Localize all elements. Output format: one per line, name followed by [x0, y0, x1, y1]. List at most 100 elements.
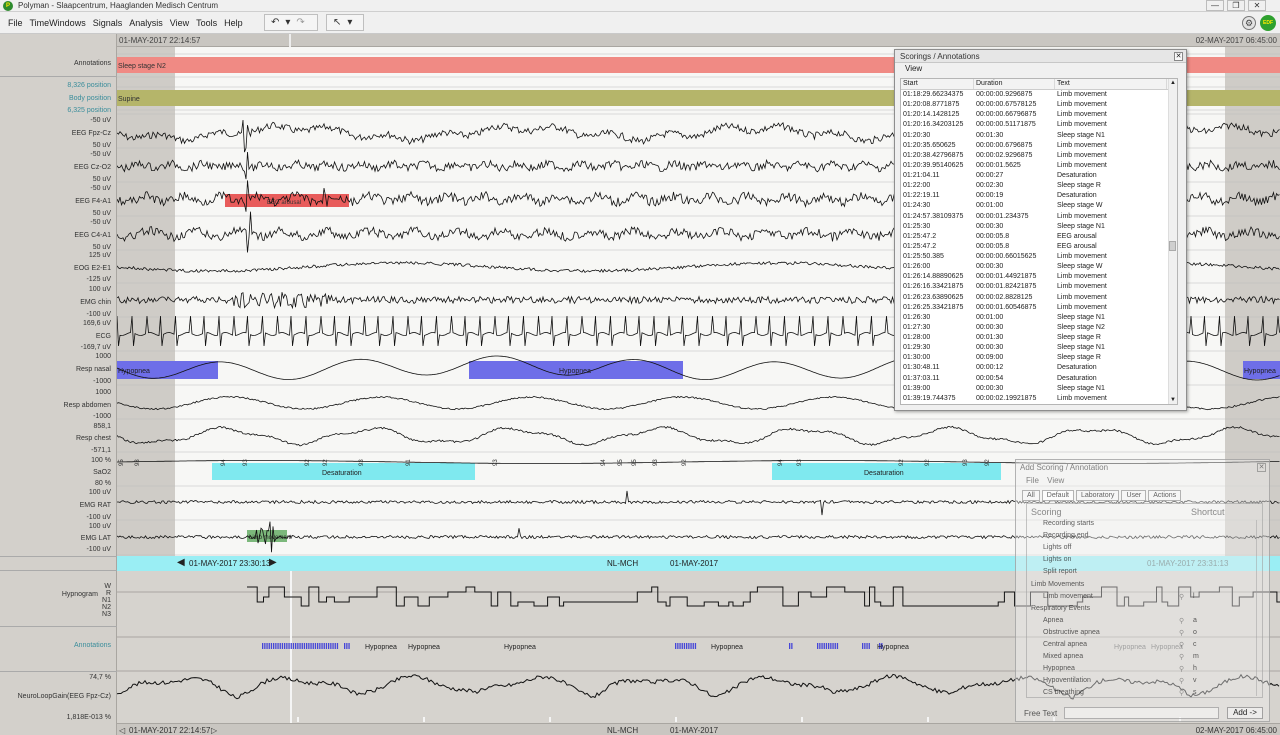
dialog-close-button[interactable]: ✕ [1174, 52, 1183, 61]
channel-label-resp-chest[interactable]: Resp chest [76, 435, 111, 442]
channel-label-annotations[interactable]: Annotations [74, 60, 111, 67]
channel-label-body-position[interactable]: Body position [69, 95, 111, 102]
table-row[interactable]: 01:26:00 00:00:30 Sleep stage W [901, 262, 1177, 272]
scroll-up-icon[interactable]: ▲ [1169, 80, 1177, 86]
scoring-item[interactable]: Central apnea [1043, 641, 1087, 648]
table-scrollbar[interactable]: ▲ ▼ [1168, 79, 1177, 404]
table-row[interactable]: 01:26:16.33421875 00:00:01.82421875 Limb m… [901, 282, 1177, 292]
pointer-icon[interactable]: ↖ [333, 17, 341, 28]
scoring-item[interactable]: Recording end [1043, 532, 1089, 539]
table-row[interactable]: 01:18:29.66234375 00:00:00.9296875 Limb mo… [901, 90, 1177, 100]
table-row[interactable]: 01:39:00 00:00:30 Sleep stage N1 [901, 384, 1177, 394]
channel-label-eeg-f4-a1[interactable]: EEG F4-A1 [75, 198, 111, 205]
menu-analysis[interactable]: Analysis [129, 18, 163, 28]
channel-label-emg-rat[interactable]: EMG RAT [80, 502, 111, 509]
tab-default[interactable]: Default [1041, 490, 1074, 501]
menu-tools[interactable]: Tools [196, 18, 217, 28]
scoring-item[interactable]: Mixed apnea [1043, 653, 1083, 660]
overview-left-arrow-icon[interactable]: ◁ [119, 726, 125, 735]
settings-gear-icon[interactable]: ⚙ [1242, 16, 1256, 30]
table-row[interactable]: 01:30:00 00:09:00 Sleep stage R [901, 353, 1177, 363]
table-row[interactable]: 01:25:47.2 00:00:05.8 EEG arousal [901, 232, 1177, 242]
table-row[interactable]: 01:25:30 00:00:30 Sleep stage N1 [901, 222, 1177, 232]
scroll-thumb[interactable] [1169, 241, 1176, 251]
table-row[interactable]: 01:20:39.95140625 00:00:01.5625 Limb movem… [901, 161, 1177, 171]
column-start[interactable]: Start [901, 79, 974, 89]
scoring-item[interactable]: Limb movement [1043, 593, 1093, 600]
overview-annotations-label[interactable]: Annotations [74, 642, 111, 649]
scoring-list-scrollbar[interactable] [1256, 520, 1262, 696]
scoring-item[interactable]: Recording starts [1043, 520, 1094, 527]
table-row[interactable]: 01:39:19.744375 00:00:02.19921875 Limb mov… [901, 394, 1177, 404]
table-row[interactable]: 01:28:00 00:01:30 Sleep stage R [901, 333, 1177, 343]
hypnogram-label[interactable]: Hypnogram [62, 591, 98, 598]
pin-icon[interactable]: ⚲ [1179, 689, 1184, 697]
channel-label-eeg-fpz-cz[interactable]: EEG Fpz-Cz [72, 130, 111, 137]
pin-icon[interactable]: ⚲ [1179, 617, 1184, 625]
channel-label-eog-e2-e1[interactable]: EOG E2-E1 [74, 265, 111, 272]
table-row[interactable]: 01:29:30 00:00:30 Sleep stage N1 [901, 343, 1177, 353]
table-row[interactable]: 01:26:25.33421875 00:00:01.60546875 Limb m… [901, 303, 1177, 313]
table-row[interactable]: 01:24:30 00:01:00 Sleep stage W [901, 201, 1177, 211]
table-row[interactable]: 01:37:03.11 00:00:54 Desaturation [901, 374, 1177, 384]
dialog-view-menu[interactable]: View [895, 63, 1186, 75]
table-row[interactable]: 01:20:35.650625 00:00:00.6796875 Limb move… [901, 141, 1177, 151]
scoring-item[interactable]: Hypoventilation [1043, 677, 1091, 684]
minimize-button[interactable]: — [1206, 0, 1224, 11]
channel-label-resp-abdomen[interactable]: Resp abdomen [64, 402, 111, 409]
redo-icon[interactable]: ↷ [296, 17, 304, 28]
free-text-input[interactable] [1064, 707, 1219, 719]
add-scoring-menu-file[interactable]: File [1026, 476, 1039, 485]
table-row[interactable]: 01:20:38.42796875 00:00:02.9296875 Limb mo… [901, 151, 1177, 161]
add-button[interactable]: Add -> [1227, 707, 1263, 719]
nav-right-arrow-icon[interactable]: ▶ [269, 557, 277, 568]
scoring-item[interactable]: Apnea [1043, 617, 1063, 624]
add-scoring-close-button[interactable]: ✕ [1257, 463, 1266, 472]
maximize-button[interactable]: ❐ [1227, 0, 1245, 11]
table-row[interactable]: 01:21:04.11 00:00:27 Desaturation [901, 171, 1177, 181]
scoring-item[interactable]: CS breathing [1043, 689, 1084, 696]
menu-file[interactable]: File [8, 18, 23, 28]
scroll-down-icon[interactable]: ▼ [1169, 397, 1177, 403]
table-row[interactable]: 01:26:30 00:01:00 Sleep stage N1 [901, 313, 1177, 323]
pin-icon[interactable]: ⚲ [1179, 665, 1184, 673]
table-row[interactable]: 01:22:19.11 00:00:19 Desaturation [901, 191, 1177, 201]
table-row[interactable]: 01:25:47.2 00:00:05.8 EEG arousal [901, 242, 1177, 252]
channel-label-sao2[interactable]: SaO2 [93, 469, 111, 476]
pin-icon[interactable]: ⚲ [1179, 653, 1184, 661]
table-row[interactable]: 01:26:23.63890625 00:00:02.8828125 Limb mo… [901, 293, 1177, 303]
table-row[interactable]: 01:20:08.8771875 00:00:00.67578125 Limb mo… [901, 100, 1177, 110]
channel-label-emg-chin[interactable]: EMG chin [80, 299, 111, 306]
table-row[interactable]: 01:24:57.38109375 00:00:01.234375 Limb mov… [901, 212, 1177, 222]
pin-icon[interactable]: ⚲ [1179, 593, 1184, 601]
scoring-item[interactable]: Lights on [1043, 556, 1071, 563]
menu-timewindows[interactable]: TimeWindows [30, 18, 86, 28]
column-text[interactable]: Text [1055, 79, 1167, 89]
table-row[interactable]: 01:20:30 00:01:30 Sleep stage N1 [901, 131, 1177, 141]
tab-user[interactable]: User [1121, 490, 1147, 501]
table-row[interactable]: 01:22:00 00:02:30 Sleep stage R [901, 181, 1177, 191]
menu-help[interactable]: Help [224, 18, 243, 28]
tab-all[interactable]: All [1022, 490, 1040, 501]
table-row[interactable]: 01:27:30 00:00:30 Sleep stage N2 [901, 323, 1177, 333]
scoring-item[interactable]: Lights off [1043, 544, 1071, 551]
channel-label-emg-lat[interactable]: EMG LAT [81, 535, 111, 542]
pointer-dropdown-icon[interactable]: ▾ [347, 17, 352, 28]
nav-left-arrow-icon[interactable]: ◀ [177, 557, 185, 568]
pin-icon[interactable]: ⚲ [1179, 629, 1184, 637]
tab-laboratory[interactable]: Laboratory [1075, 490, 1120, 501]
timeline-cursor[interactable] [289, 34, 291, 47]
channel-label-resp-nasal[interactable]: Resp nasal [76, 366, 111, 373]
table-row[interactable]: 01:25:50.385 00:00:00.66015625 Limb moveme… [901, 252, 1177, 262]
column-duration[interactable]: Duration [974, 79, 1055, 89]
channel-label-eeg-c4-a1[interactable]: EEG C4-A1 [74, 232, 111, 239]
pin-icon[interactable]: ⚲ [1179, 641, 1184, 649]
menu-signals[interactable]: Signals [93, 18, 123, 28]
overview-right-arrow-icon[interactable]: ▷ [211, 726, 217, 735]
close-button[interactable]: ✕ [1248, 0, 1266, 11]
add-scoring-menu-view[interactable]: View [1047, 476, 1064, 485]
pin-icon[interactable]: ⚲ [1179, 677, 1184, 685]
scoring-item[interactable]: Hypopnea [1043, 665, 1075, 672]
undo-dropdown-icon[interactable]: ▾ [285, 17, 290, 28]
channel-label-eeg-cz-o2[interactable]: EEG Cz-O2 [74, 164, 111, 171]
